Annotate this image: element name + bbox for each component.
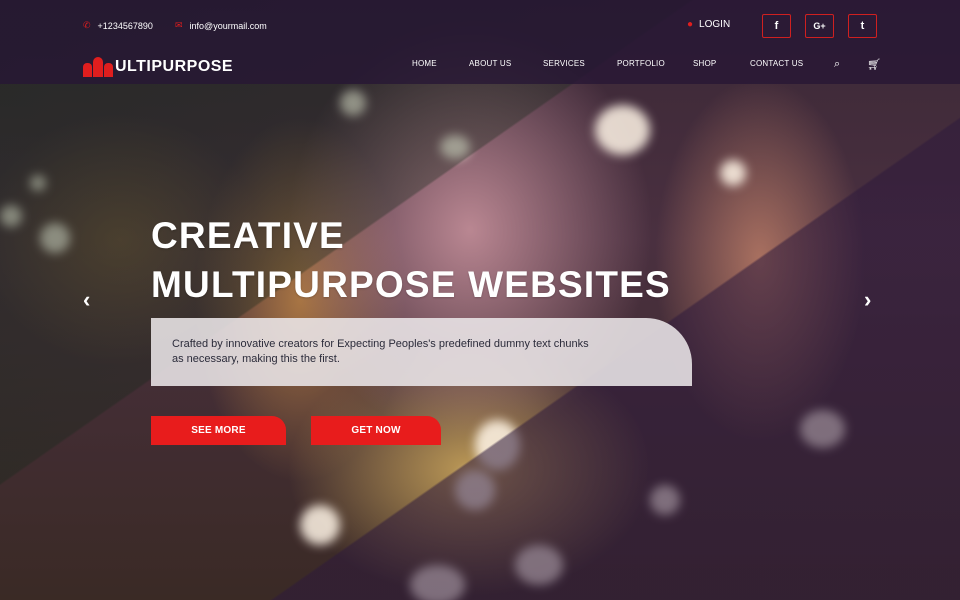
phone-contact[interactable]: ✆ +1234567890 [83,20,153,31]
login-label: LOGIN [699,19,731,30]
cart-icon[interactable]: 🛒︎ [867,58,881,71]
google-plus-button[interactable]: G+ [805,14,834,38]
nav-home[interactable]: HOME [412,59,437,68]
nav-portfolio[interactable]: PORTFOLIO [617,59,665,68]
mail-icon: ✉ [175,20,183,30]
email-address: info@yourmail.com [189,20,267,31]
google-plus-icon: G+ [813,21,826,31]
site-logo[interactable]: ULTIPURPOSE [83,56,233,78]
logo-text: ULTIPURPOSE [115,58,234,75]
login-link[interactable]: ● LOGIN [687,19,730,30]
slider-prev-arrow-icon[interactable]: ‹ [83,287,90,313]
see-more-button[interactable]: SEE MORE [151,416,286,445]
logo-mark-icon [83,57,113,77]
see-more-label: SEE MORE [191,425,246,436]
slider-next-arrow-icon[interactable]: › [864,287,871,313]
nav-shop[interactable]: SHOP [693,59,716,68]
nav-about-us[interactable]: ABOUT US [469,59,511,68]
phone-number: +1234567890 [97,20,153,31]
get-now-label: GET NOW [351,425,401,436]
facebook-icon: f [774,20,779,32]
hero-headline-line1: CREATIVE [151,215,345,256]
nav-contact-us[interactable]: CONTACT US [750,59,803,68]
hero-subtitle-box: Crafted by innovative creators for Expec… [151,318,692,386]
user-icon: ● [687,19,694,30]
email-contact[interactable]: ✉ info@yourmail.com [175,20,267,31]
twitter-icon: t [860,20,865,32]
twitter-button[interactable]: t [848,14,877,38]
hero-subtitle: Crafted by innovative creators for Expec… [172,338,589,365]
search-icon[interactable]: ⌕ [834,58,840,71]
nav-services[interactable]: SERVICES [543,59,585,68]
get-now-button[interactable]: GET NOW [311,416,441,445]
top-bar: ✆ +1234567890 ✉ info@yourmail.com ● LOGI… [0,0,960,50]
phone-icon: ✆ [83,20,91,30]
hero-headline-line2: MULTIPURPOSE WEBSITES [151,264,671,305]
facebook-button[interactable]: f [762,14,791,38]
